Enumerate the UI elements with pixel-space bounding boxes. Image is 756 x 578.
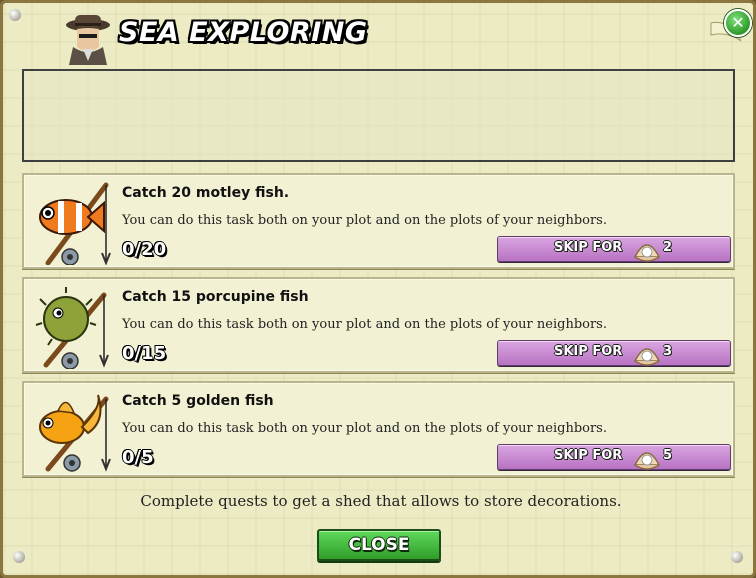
skip-cost: 3 xyxy=(663,344,673,359)
skip-button[interactable]: SKIP FOR 5 xyxy=(497,444,731,470)
task-progress: 0/15 xyxy=(122,343,167,364)
porcupine-fish-rod-icon xyxy=(35,287,109,369)
close-button-label: CLOSE xyxy=(348,535,410,555)
quest-description-box xyxy=(22,69,735,162)
rivet-top-left xyxy=(9,9,21,21)
quest-dialog: SEA EXPLORING ✕ Catch 20 motley fish. Yo… xyxy=(0,0,756,578)
pearl-shell-icon xyxy=(633,348,661,366)
dialog-title: SEA EXPLORING xyxy=(119,17,368,48)
task-row: Catch 20 motley fish. You can do this ta… xyxy=(22,173,735,269)
skip-cost: 5 xyxy=(663,448,673,463)
task-progress: 0/5 xyxy=(122,447,154,468)
pearl-shell-icon xyxy=(633,244,661,262)
task-row: Catch 5 golden fish You can do this task… xyxy=(22,381,735,477)
skip-button[interactable]: SKIP FOR 3 xyxy=(497,340,731,366)
close-button[interactable]: CLOSE xyxy=(317,529,441,561)
quest-reward-text: Complete quests to get a shed that allow… xyxy=(140,492,622,510)
task-row: Catch 15 porcupine fish You can do this … xyxy=(22,277,735,373)
task-title: Catch 20 motley fish. xyxy=(122,185,290,201)
skip-button-label: SKIP FOR xyxy=(554,344,623,359)
skip-button-label: SKIP FOR xyxy=(554,240,623,255)
close-icon[interactable]: ✕ xyxy=(724,9,752,37)
task-description: You can do this task both on your plot a… xyxy=(122,421,607,436)
task-title: Catch 5 golden fish xyxy=(122,393,274,409)
task-progress: 0/20 xyxy=(122,239,167,260)
task-description: You can do this task both on your plot a… xyxy=(122,213,607,228)
golden-fish-rod-icon xyxy=(39,394,111,472)
skip-button-label: SKIP FOR xyxy=(554,448,623,463)
task-title: Catch 15 porcupine fish xyxy=(122,289,309,305)
pearl-shell-icon xyxy=(633,452,661,470)
skip-button[interactable]: SKIP FOR 2 xyxy=(497,236,731,262)
rivet-bottom-left xyxy=(13,551,25,563)
clownfish-rod-icon xyxy=(39,182,111,265)
skip-cost: 2 xyxy=(663,240,673,255)
rivet-bottom-right xyxy=(731,551,743,563)
explorer-avatar-icon xyxy=(66,15,110,65)
task-description: You can do this task both on your plot a… xyxy=(122,317,607,332)
